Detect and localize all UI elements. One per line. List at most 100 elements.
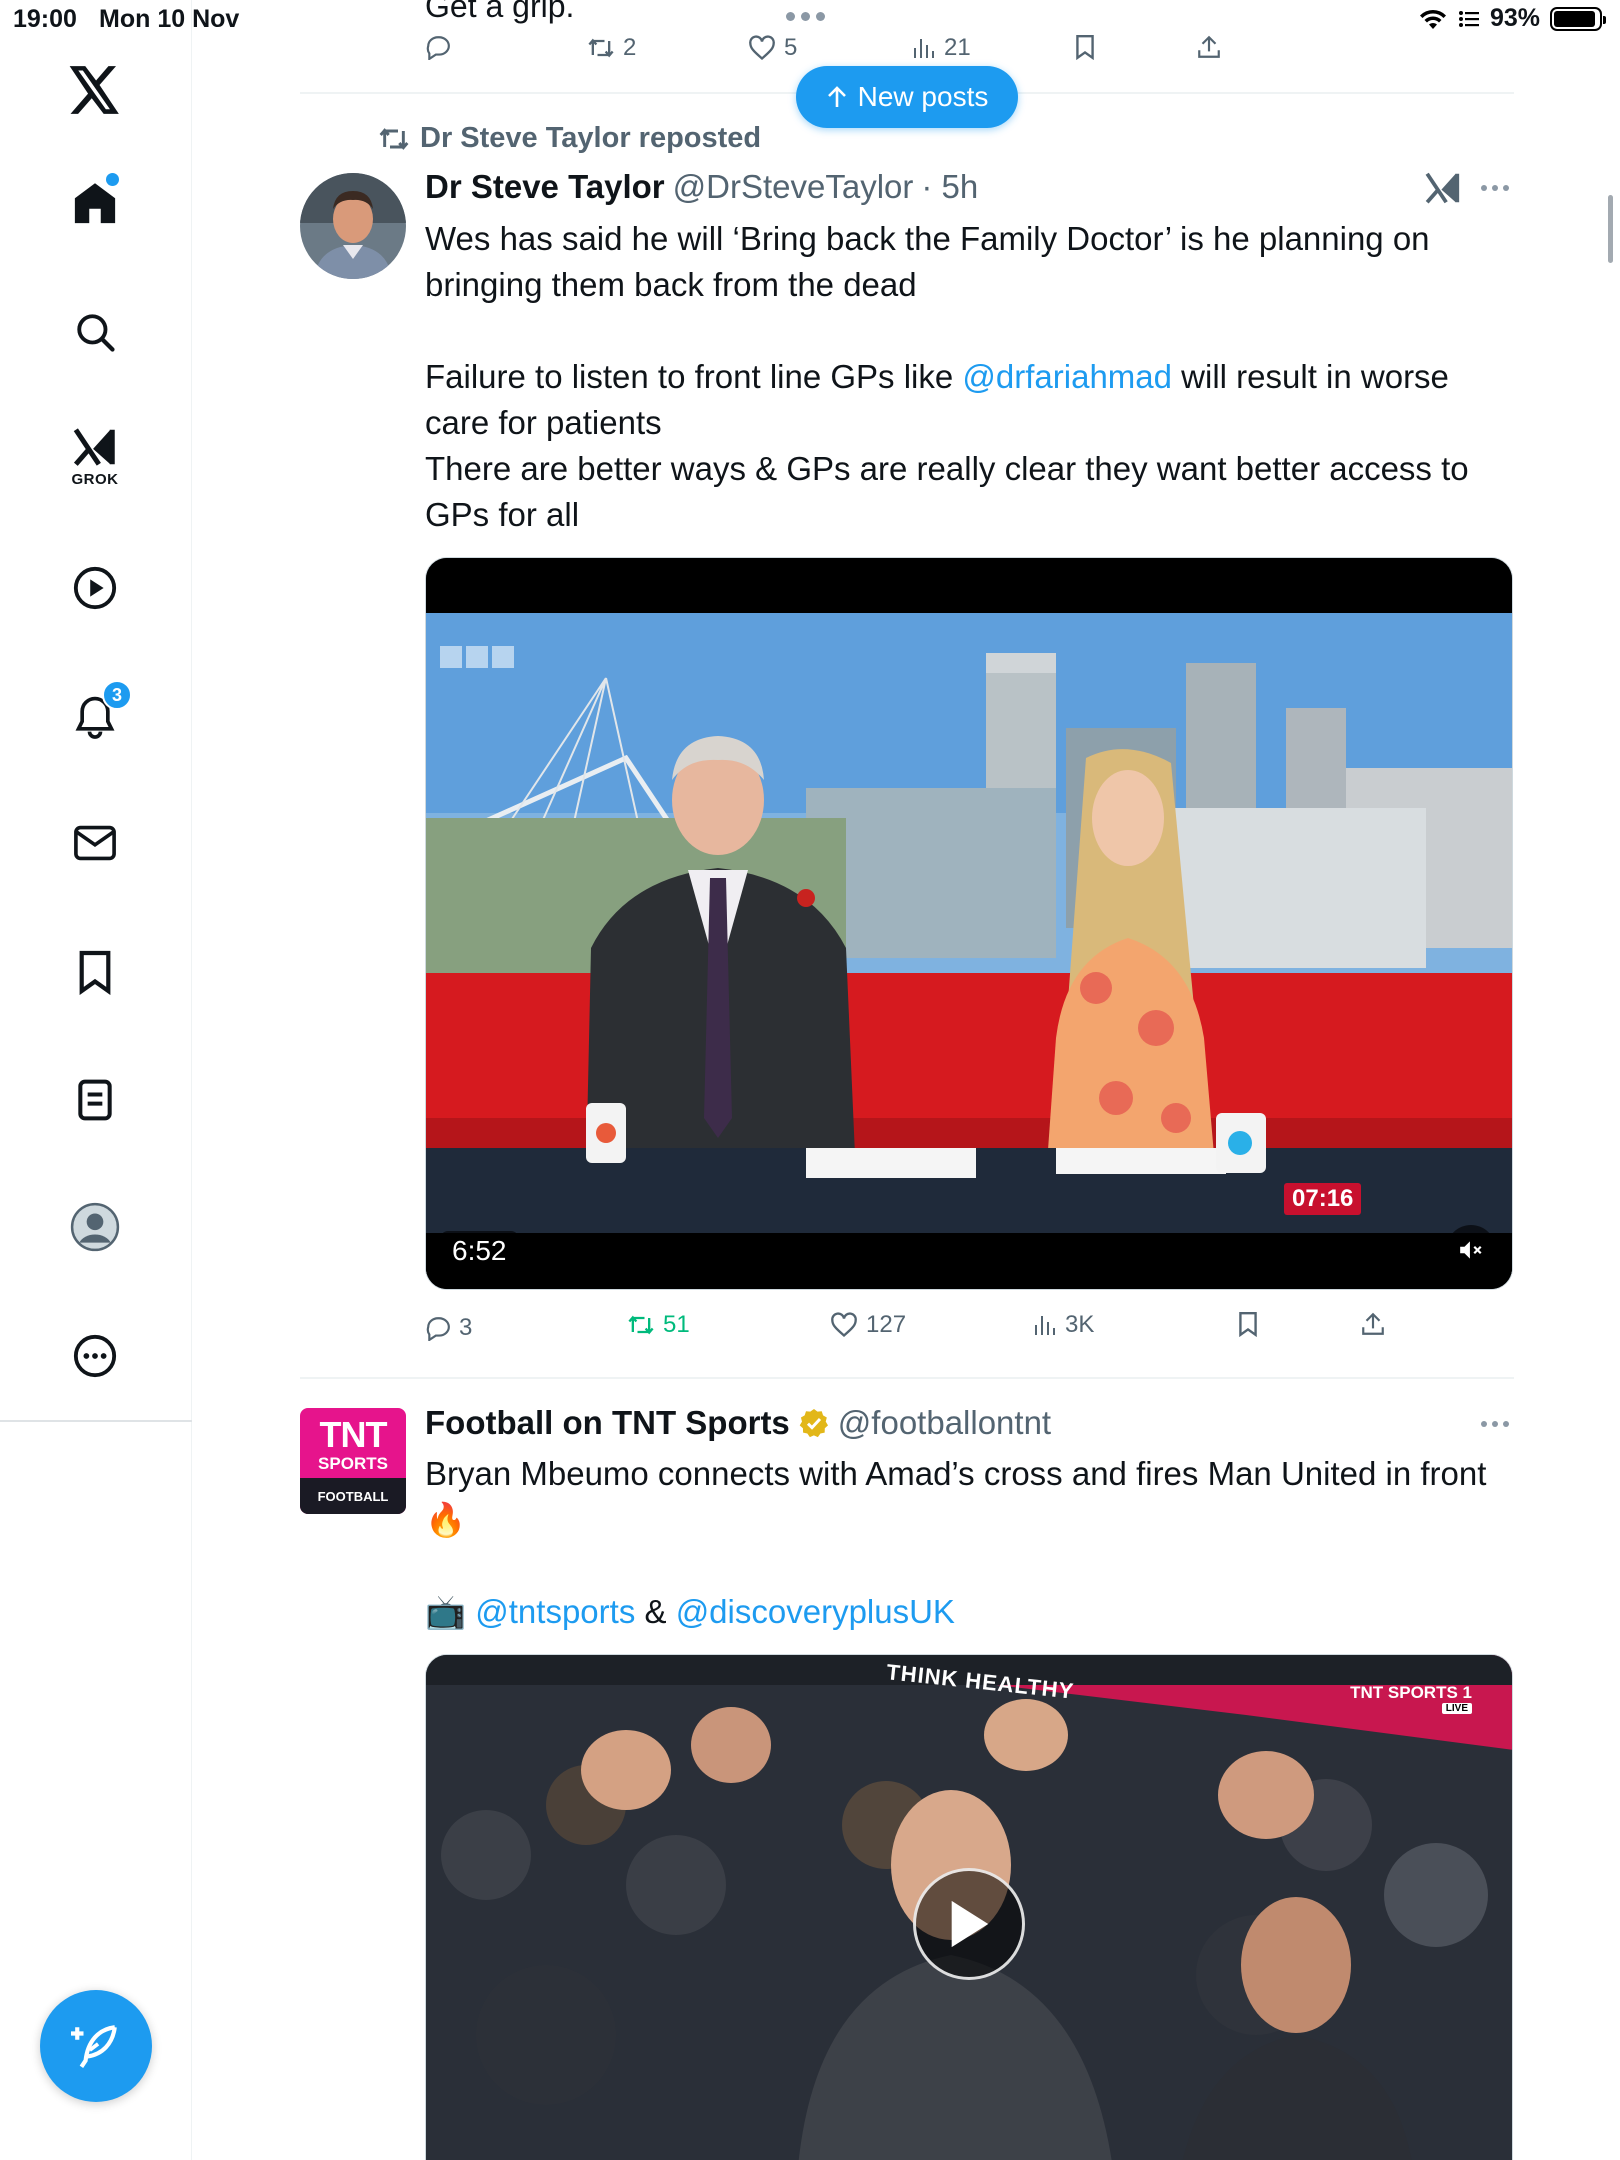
tweet-text: Wes has said he will ‘Bring back the Fam… bbox=[425, 216, 1515, 538]
grok-label: GROK bbox=[71, 470, 119, 488]
tweet-header: Football on TNT Sports @footballontnt bbox=[425, 1404, 1051, 1442]
share-button[interactable] bbox=[1360, 1311, 1386, 1337]
search-icon bbox=[77, 314, 115, 352]
wifi-icon bbox=[1419, 9, 1446, 29]
tweet-paragraph: Failure to listen to front line GPs like… bbox=[425, 354, 1515, 446]
mention-link[interactable]: @tntsports bbox=[475, 1593, 635, 1630]
avatar-icon bbox=[70, 1202, 120, 1252]
repost-button[interactable]: 51 bbox=[627, 1311, 690, 1339]
multitasking-dots-icon[interactable] bbox=[786, 12, 825, 21]
status-bar: 19:00 Mon 10 Nov 93% bbox=[0, 0, 1620, 40]
arrow-up-icon bbox=[827, 86, 846, 107]
live-badge: LIVE bbox=[1441, 1703, 1472, 1714]
status-indicators: 93% bbox=[1418, 4, 1606, 33]
post-divider bbox=[300, 1377, 1514, 1379]
repost-indicator: Dr Steve Taylor reposted bbox=[378, 122, 761, 155]
mention-link[interactable]: @drfariahmad bbox=[962, 358, 1172, 395]
mail-icon bbox=[74, 825, 116, 861]
nav-grok[interactable]: GROK bbox=[55, 416, 135, 496]
notifications-badge: 3 bbox=[102, 680, 132, 710]
x-logo-icon[interactable] bbox=[55, 50, 135, 130]
broadcast-clock: 07:16 bbox=[1284, 1183, 1362, 1215]
battery-percent: 93% bbox=[1489, 4, 1540, 32]
more-options-icon[interactable] bbox=[1481, 1421, 1509, 1427]
heart-icon bbox=[831, 1312, 857, 1338]
focus-list-icon bbox=[1458, 10, 1479, 27]
play-button[interactable] bbox=[913, 1868, 1025, 1980]
like-button[interactable]: 127 bbox=[830, 1311, 906, 1339]
heart-icon bbox=[749, 35, 775, 61]
avatar[interactable] bbox=[300, 173, 406, 279]
nav-messages[interactable] bbox=[55, 803, 135, 883]
like-button[interactable]: 5 bbox=[748, 34, 797, 62]
tweet-paragraph: Wes has said he will ‘Bring back the Fam… bbox=[425, 220, 1430, 303]
repost-count: 51 bbox=[663, 1311, 690, 1338]
bookmark-button[interactable] bbox=[1237, 1311, 1259, 1337]
broadcast-logo: TNT SPORTS 1 LIVE bbox=[1350, 1683, 1472, 1714]
views-count: 21 bbox=[944, 34, 971, 61]
nav-notifications[interactable]: 3 bbox=[55, 676, 135, 756]
reply-button[interactable]: 3 bbox=[425, 1314, 472, 1342]
share-button[interactable] bbox=[1196, 34, 1222, 60]
grok-icon bbox=[73, 427, 115, 466]
play-icon bbox=[73, 566, 117, 610]
repost-button[interactable]: 2 bbox=[587, 34, 636, 62]
views-button[interactable]: 3K bbox=[1033, 1311, 1094, 1339]
avatar[interactable]: TNT SPORTS FOOTBALL bbox=[300, 1408, 406, 1514]
home-icon bbox=[74, 183, 116, 224]
tv-emoji: 📺 bbox=[425, 1593, 467, 1630]
tweet-text-segment: & bbox=[635, 1593, 676, 1630]
share-icon bbox=[1362, 1312, 1384, 1335]
mute-button[interactable] bbox=[1446, 1225, 1496, 1275]
video-player[interactable]: THINK HEALTHY TNT SPORTS 1 LIVE bbox=[425, 1654, 1513, 2160]
new-posts-button[interactable]: New posts bbox=[796, 66, 1018, 128]
more-options-icon[interactable] bbox=[1481, 185, 1509, 191]
repost-label: Dr Steve Taylor reposted bbox=[420, 122, 762, 154]
views-bar-icon bbox=[1035, 1316, 1055, 1335]
bookmark-button[interactable] bbox=[1074, 34, 1096, 60]
tweet-header: Dr Steve Taylor @DrSteveTaylor · 5h bbox=[425, 168, 978, 206]
reply-button[interactable] bbox=[425, 34, 451, 60]
reply-count: 3 bbox=[459, 1314, 473, 1341]
speaker-muted-icon bbox=[1460, 1241, 1482, 1259]
tweet-paragraph: There are better ways & GPs are really c… bbox=[425, 450, 1469, 533]
bookmark-icon bbox=[79, 950, 111, 995]
sidebar: GROK 3 bbox=[0, 0, 192, 2160]
video-frame bbox=[426, 558, 1512, 1289]
compose-feather-icon bbox=[71, 2025, 117, 2068]
views-bar-icon bbox=[914, 39, 934, 58]
nav-video[interactable] bbox=[55, 548, 135, 628]
new-posts-label: New posts bbox=[857, 81, 989, 112]
views-count: 3K bbox=[1065, 1311, 1095, 1338]
tweet-paragraph: 📺 @tntsports & @discoveryplusUK bbox=[425, 1589, 1515, 1635]
nav-lists[interactable] bbox=[55, 1060, 135, 1140]
nav-profile[interactable] bbox=[55, 1187, 135, 1267]
author-handle[interactable]: @DrSteveTaylor bbox=[673, 168, 914, 206]
nav-more[interactable] bbox=[55, 1316, 135, 1396]
avatar-brand-text: TNT bbox=[319, 1414, 388, 1455]
author-handle[interactable]: @footballontnt bbox=[838, 1404, 1051, 1442]
broadcast-channel: TNT SPORTS 1 bbox=[1350, 1683, 1472, 1702]
mention-link[interactable]: @discoveryplusUK bbox=[676, 1593, 955, 1630]
more-icon bbox=[73, 1334, 117, 1378]
repost-count: 2 bbox=[623, 34, 637, 61]
like-count: 5 bbox=[784, 34, 798, 61]
tweet-text: Bryan Mbeumo connects with Amad’s cross … bbox=[425, 1451, 1515, 1635]
nav-explore[interactable] bbox=[55, 292, 135, 372]
views-button[interactable]: 21 bbox=[912, 34, 971, 62]
nav-bookmarks[interactable] bbox=[55, 932, 135, 1012]
home-unread-dot bbox=[106, 173, 119, 186]
video-duration: 6:52 bbox=[440, 1231, 519, 1271]
video-player[interactable]: 07:16 6:52 bbox=[425, 557, 1513, 1290]
scrollbar[interactable] bbox=[1608, 195, 1613, 263]
post-time[interactable]: · 5h bbox=[921, 168, 978, 206]
grok-icon[interactable] bbox=[1424, 170, 1462, 206]
compose-button[interactable] bbox=[40, 1990, 152, 2102]
battery-icon bbox=[1550, 6, 1606, 31]
verified-badge-icon bbox=[799, 1409, 828, 1438]
author-name[interactable]: Football on TNT Sports bbox=[425, 1404, 790, 1442]
avatar-brand-footer: FOOTBALL bbox=[300, 1478, 406, 1514]
play-icon bbox=[951, 1900, 989, 1948]
nav-home[interactable] bbox=[55, 163, 135, 243]
author-name[interactable]: Dr Steve Taylor bbox=[425, 168, 665, 206]
